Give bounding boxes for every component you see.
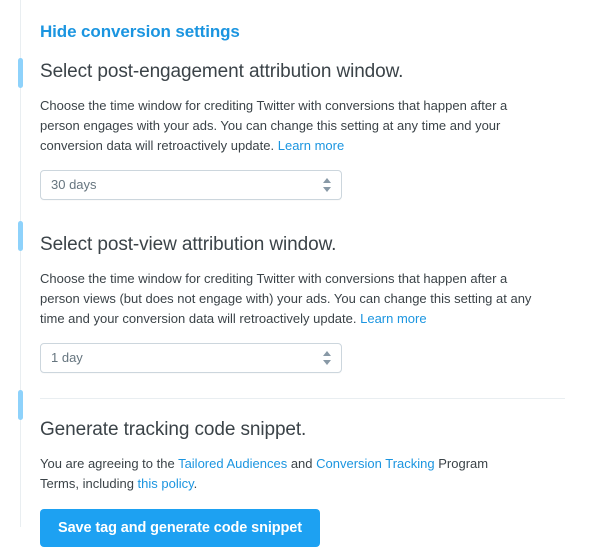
- terms-text-part-1: You are agreeing to the: [40, 456, 179, 471]
- settings-content: Hide conversion settings Select post-eng…: [40, 0, 570, 547]
- generate-snippet-title: Generate tracking code snippet.: [40, 419, 307, 440]
- post-view-window-select-wrap: 1 day: [40, 343, 342, 373]
- save-tag-and-generate-code-snippet-button[interactable]: Save tag and generate code snippet: [40, 509, 320, 547]
- conversion-settings-panel: Hide conversion settings Select post-eng…: [0, 0, 600, 547]
- post-engagement-learn-more-link[interactable]: Learn more: [278, 138, 344, 153]
- conversion-tracking-link[interactable]: Conversion Tracking: [316, 456, 435, 471]
- program-terms-text: You are agreeing to the Tailored Audienc…: [40, 454, 520, 494]
- post-view-window-select[interactable]: 1 day: [40, 343, 342, 373]
- step-marker-post-engagement: [18, 58, 23, 88]
- post-engagement-description-text: Choose the time window for crediting Twi…: [40, 98, 508, 153]
- terms-text-part-2: and: [287, 456, 317, 471]
- post-engagement-window-select-wrap: 30 days: [40, 170, 342, 200]
- step-marker-post-view: [18, 221, 23, 251]
- post-engagement-description: Choose the time window for crediting Twi…: [40, 96, 550, 156]
- post-view-description: Choose the time window for crediting Twi…: [40, 269, 550, 329]
- tailored-audiences-link[interactable]: Tailored Audiences: [178, 456, 287, 471]
- hide-conversion-settings-link[interactable]: Hide conversion settings: [40, 22, 240, 42]
- post-engagement-window-select[interactable]: 30 days: [40, 170, 342, 200]
- post-view-learn-more-link[interactable]: Learn more: [360, 311, 426, 326]
- section-post-view: Select post-view attribution window. Cho…: [40, 233, 570, 373]
- this-policy-link[interactable]: this policy: [138, 476, 194, 491]
- post-engagement-title: Select post-engagement attribution windo…: [40, 61, 404, 82]
- terms-text-part-4: .: [193, 476, 198, 491]
- post-view-description-text: Choose the time window for crediting Twi…: [40, 271, 532, 326]
- section-post-engagement: Select post-engagement attribution windo…: [40, 60, 570, 200]
- section-generate-snippet: Generate tracking code snippet. You are …: [40, 418, 570, 547]
- post-view-title: Select post-view attribution window.: [40, 234, 337, 255]
- step-marker-generate-snippet: [18, 390, 23, 420]
